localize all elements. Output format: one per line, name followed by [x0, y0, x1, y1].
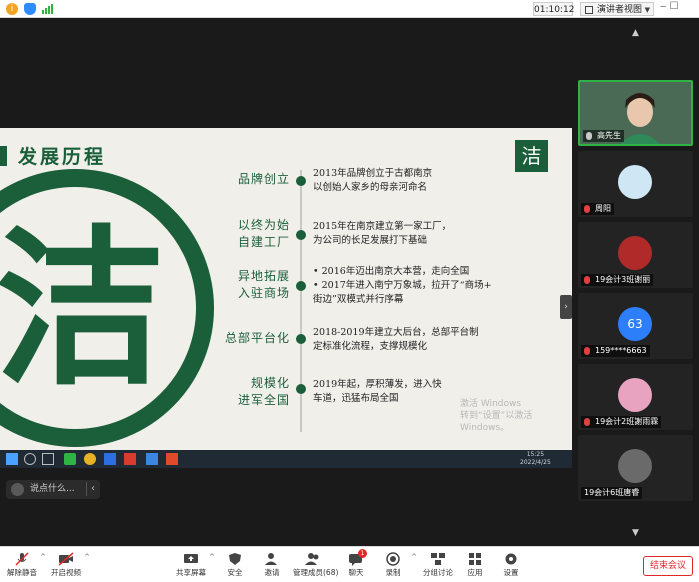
chevron-left-icon[interactable]: ‹	[86, 482, 95, 496]
app-icon	[104, 453, 116, 465]
presenter-clock: 15:25 2022/4/25	[520, 451, 551, 466]
windows-start-icon	[6, 453, 18, 465]
participant-name: 159****6663	[581, 345, 650, 357]
avatar	[618, 165, 652, 199]
collapse-panel-button[interactable]: ›	[560, 295, 572, 319]
chat-unread-badge: 1	[358, 549, 367, 558]
encryption-shield-icon[interactable]	[24, 3, 36, 15]
breakout-rooms-button[interactable]: 分组讨论	[418, 549, 458, 582]
share-screen-button[interactable]: 共享屏幕 ^	[171, 549, 215, 582]
muted-microphone-icon	[584, 276, 590, 284]
muted-microphone-icon	[584, 205, 590, 213]
timeline-dot	[296, 230, 306, 240]
share-screen-icon	[184, 554, 198, 563]
muted-microphone-icon	[584, 418, 590, 426]
timeline-label: 异地拓展 入驻商场	[237, 269, 290, 300]
wps-icon	[124, 453, 136, 465]
apps-button[interactable]: 应用	[455, 549, 495, 582]
avatar	[618, 378, 652, 412]
timeline-dot	[296, 281, 306, 291]
participant-tile[interactable]: 周阳	[578, 151, 693, 217]
timeline-dot	[296, 384, 306, 394]
breakout-rooms-icon	[431, 553, 445, 565]
participant-tile[interactable]: 19会计2班謝雨霖	[578, 364, 693, 430]
presenter-taskbar: 15:25 2022/4/25	[0, 450, 572, 468]
presentation-slide: 发展历程 洁 洁 品牌创立 2013年品牌创立于古都南京 以创始人家乡的母亲河命名…	[0, 128, 572, 450]
wechat-icon	[64, 453, 76, 465]
end-meeting-button[interactable]: 结束会议	[643, 556, 693, 576]
participant-tile[interactable]: 19会计3班谢丽	[578, 222, 693, 288]
muted-microphone-icon	[584, 347, 590, 355]
timeline-label: 以终为始 自建工厂	[237, 218, 290, 249]
security-button[interactable]: 安全	[215, 549, 255, 582]
record-button[interactable]: 录制 ^	[373, 549, 417, 582]
network-signal-icon[interactable]	[42, 3, 54, 15]
chevron-down-icon: ▼	[644, 6, 650, 14]
video-off-icon	[58, 552, 74, 566]
participant-name: 19会计6班唐睿	[581, 487, 643, 499]
invite-button[interactable]: 邀请	[252, 549, 292, 582]
participant-tile[interactable]: 19会计6班唐睿	[578, 435, 693, 501]
meeting-window: i 01:10:12 演讲者视图 ▼ ‒ ☐ 发展历程 洁 洁 品牌创立 201…	[0, 0, 699, 582]
timeline-label: 总部平台化	[224, 331, 290, 345]
task-view-icon	[42, 453, 54, 465]
app-icon	[146, 453, 158, 465]
apps-grid-icon	[469, 553, 481, 565]
timeline-text: • 2016年迈出南京大本营，走向全国 • 2017年进入南宁万象城，拉开了“商场…	[313, 266, 492, 305]
timeline-label: 品牌创立	[237, 172, 290, 186]
emblem-text: 洁	[0, 209, 165, 409]
manage-participants-button[interactable]: 管理成员(68)	[293, 549, 338, 582]
shield-icon	[229, 553, 241, 565]
participant-name: 周阳	[581, 203, 614, 215]
top-status-bar: i 01:10:12 演讲者视图 ▼ ‒ ☐	[0, 0, 699, 18]
minimize-icon[interactable]: ‒ ☐	[660, 1, 679, 12]
search-icon	[24, 453, 36, 465]
unmute-button[interactable]: 解除静音 ^	[2, 549, 46, 582]
start-video-button[interactable]: 开启视频 ^	[46, 549, 90, 582]
meeting-toolbar: 解除静音^ 开启视频^ 共享屏幕^ 安全 邀请 管理成员(68) 1 聊天	[0, 546, 699, 582]
avatar	[618, 236, 652, 270]
logo-text: 洁	[522, 144, 542, 168]
chevron-up-icon[interactable]: ^	[411, 553, 417, 561]
chat-button[interactable]: 1 聊天	[336, 549, 376, 582]
avatar	[618, 449, 652, 483]
chrome-icon	[84, 453, 96, 465]
participant-panel: ▲ 高先生 周阳 19会计3班谢丽 63 159****6663 19会计2班謝…	[572, 18, 699, 546]
windows-activation-watermark: 激活 Windows 转到“设置”以激活 Windows。	[460, 399, 533, 433]
avatar	[11, 483, 24, 496]
view-mode-dropdown[interactable]: 演讲者视图 ▼	[580, 2, 654, 16]
meeting-timer: 01:10:12	[533, 2, 574, 16]
timeline-text: 2013年品牌创立于古都南京 以创始人家乡的母亲河命名	[313, 168, 433, 193]
chat-placeholder[interactable]: 说点什么...	[30, 483, 75, 496]
chevron-down-icon[interactable]: ▼	[632, 528, 639, 538]
video-app-icon	[166, 453, 178, 465]
participant-name: 19会计3班谢丽	[581, 274, 654, 286]
timeline-text: 2018-2019年建立大后台，总部平台制 定标准化流程，支撑规模化	[313, 327, 479, 352]
chevron-up-icon[interactable]: ^	[84, 553, 90, 561]
avatar: 63	[618, 307, 652, 341]
timeline-text: 2015年在南京建立第一家工厂， 为公司的长足发展打下基础	[313, 221, 452, 246]
muted-microphone-icon	[15, 552, 29, 566]
grid-view-icon	[585, 6, 593, 14]
timeline-dot	[296, 176, 306, 186]
chevron-up-icon[interactable]: ▲	[632, 28, 639, 38]
participant-tile[interactable]: 63 159****6663	[578, 293, 693, 359]
participant-tile[interactable]: 高先生	[578, 80, 693, 146]
add-user-icon	[265, 553, 277, 565]
microphone-icon	[586, 132, 592, 140]
settings-button[interactable]: 设置	[491, 549, 531, 582]
gear-icon	[505, 553, 517, 565]
participants-icon	[305, 553, 319, 565]
meeting-info-icon[interactable]: i	[6, 3, 18, 15]
chat-input-pill[interactable]: 说点什么... ‹	[6, 480, 100, 499]
participant-name: 19会计2班謝雨霖	[581, 416, 662, 428]
timeline-label: 规模化 进军全国	[237, 376, 290, 407]
brand-emblem: 洁	[0, 169, 214, 447]
participant-name: 高先生	[583, 130, 624, 142]
timeline-dot	[296, 334, 306, 344]
view-mode-label: 演讲者视图	[597, 5, 643, 15]
shared-screen: 发展历程 洁 洁 品牌创立 2013年品牌创立于古都南京 以创始人家乡的母亲河命名…	[0, 18, 572, 546]
record-icon	[386, 552, 400, 566]
